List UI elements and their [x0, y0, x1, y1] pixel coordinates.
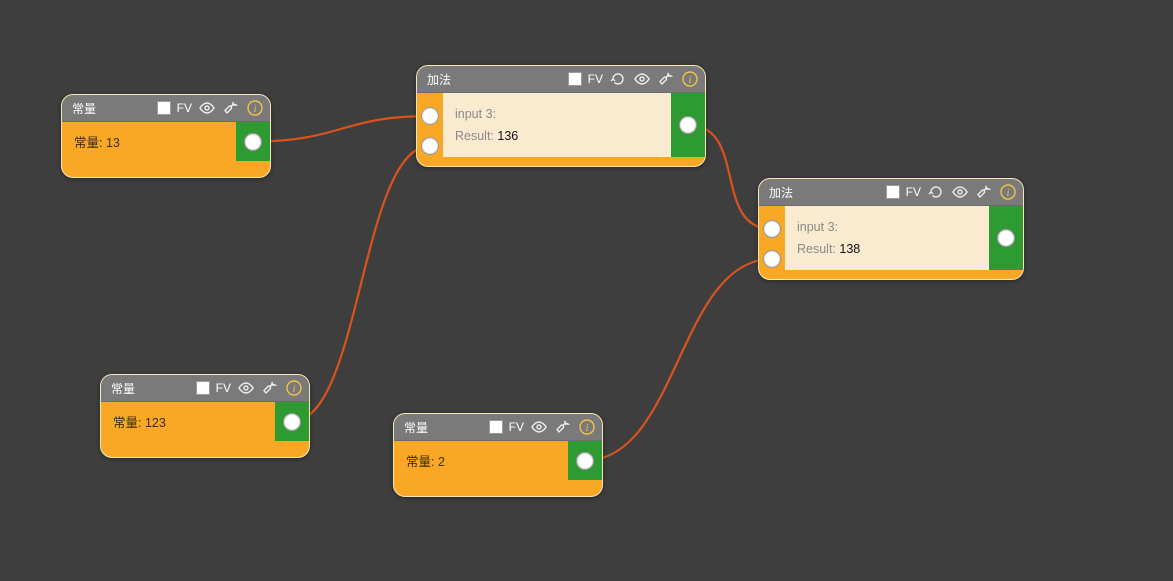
result-value: 136: [497, 129, 518, 143]
node-title: 常量: [72, 100, 96, 117]
const-label: 常量:: [74, 136, 102, 150]
input-column: [759, 206, 785, 270]
output-column: [989, 206, 1023, 270]
node-add1[interactable]: 加法 FV i input 3: Result: 136: [416, 65, 706, 167]
node-body: input 3: Result: 136: [443, 93, 671, 157]
eye-icon[interactable]: [237, 379, 255, 397]
fv-checkbox[interactable]: [568, 72, 582, 86]
info-icon[interactable]: i: [681, 70, 699, 88]
input-label: input 3:: [455, 107, 496, 121]
input-port-2[interactable]: [763, 250, 781, 268]
fv-checkbox[interactable]: [157, 101, 171, 115]
wrench-icon[interactable]: [261, 379, 279, 397]
svg-text:i: i: [254, 104, 257, 115]
input-label: input 3:: [797, 220, 838, 234]
output-column: [275, 402, 309, 441]
fv-checkbox[interactable]: [489, 420, 503, 434]
output-column: [236, 122, 270, 161]
node-body: 常量: 123: [101, 402, 275, 441]
input-column: [417, 93, 443, 157]
node-const13[interactable]: 常量 FV i 常量: 13: [61, 94, 271, 178]
node-body: 常量: 13: [62, 122, 236, 161]
wrench-icon[interactable]: [554, 418, 572, 436]
fv-checkbox[interactable]: [886, 185, 900, 199]
node-const123[interactable]: 常量 FV i 常量: 123: [100, 374, 310, 458]
node-graph-canvas[interactable]: 常量 FV i 常量: 13 常量 FV i: [0, 0, 1173, 581]
output-port[interactable]: [244, 133, 262, 151]
const-value: 123: [145, 416, 166, 430]
refresh-icon[interactable]: [927, 183, 945, 201]
node-body: input 3: Result: 138: [785, 206, 989, 270]
input-port-1[interactable]: [421, 107, 439, 125]
fv-label: FV: [216, 381, 231, 395]
wrench-icon[interactable]: [222, 99, 240, 117]
eye-icon[interactable]: [530, 418, 548, 436]
wrench-icon[interactable]: [657, 70, 675, 88]
fv-label: FV: [906, 185, 921, 199]
info-icon[interactable]: i: [578, 418, 596, 436]
node-titlebar[interactable]: 加法 FV i: [759, 179, 1023, 206]
refresh-icon[interactable]: [609, 70, 627, 88]
fv-label: FV: [177, 101, 192, 115]
result-label: Result:: [455, 129, 494, 143]
node-title: 加法: [769, 184, 793, 201]
node-titlebar[interactable]: 常量 FV i: [394, 414, 602, 441]
info-icon[interactable]: i: [285, 379, 303, 397]
wrench-icon[interactable]: [975, 183, 993, 201]
output-column: [568, 441, 602, 480]
node-titlebar[interactable]: 常量 FV i: [101, 375, 309, 402]
const-value: 2: [438, 455, 445, 469]
svg-text:i: i: [1007, 188, 1010, 199]
svg-text:i: i: [689, 75, 692, 86]
svg-text:i: i: [293, 384, 296, 395]
fv-checkbox[interactable]: [196, 381, 210, 395]
output-port[interactable]: [283, 413, 301, 431]
const-value: 13: [106, 136, 120, 150]
node-titlebar[interactable]: 常量 FV i: [62, 95, 270, 122]
output-port[interactable]: [679, 116, 697, 134]
node-body: 常量: 2: [394, 441, 568, 480]
node-title: 加法: [427, 71, 451, 88]
fv-label: FV: [588, 72, 603, 86]
result-value: 138: [839, 242, 860, 256]
node-title: 常量: [111, 380, 135, 397]
fv-label: FV: [509, 420, 524, 434]
node-add2[interactable]: 加法 FV i input 3: Result: 138: [758, 178, 1024, 280]
const-label: 常量:: [113, 416, 141, 430]
input-port-2[interactable]: [421, 137, 439, 155]
output-port[interactable]: [997, 229, 1015, 247]
node-titlebar[interactable]: 加法 FV i: [417, 66, 705, 93]
eye-icon[interactable]: [198, 99, 216, 117]
info-icon[interactable]: i: [999, 183, 1017, 201]
node-const2[interactable]: 常量 FV i 常量: 2: [393, 413, 603, 497]
result-label: Result:: [797, 242, 836, 256]
eye-icon[interactable]: [951, 183, 969, 201]
eye-icon[interactable]: [633, 70, 651, 88]
output-column: [671, 93, 705, 157]
info-icon[interactable]: i: [246, 99, 264, 117]
input-port-1[interactable]: [763, 220, 781, 238]
svg-text:i: i: [586, 423, 589, 434]
output-port[interactable]: [576, 452, 594, 470]
const-label: 常量:: [406, 455, 434, 469]
node-title: 常量: [404, 419, 428, 436]
